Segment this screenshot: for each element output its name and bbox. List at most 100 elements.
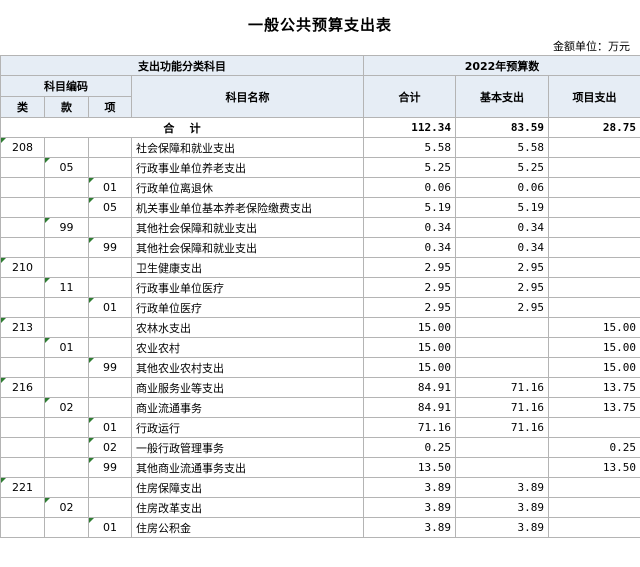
table-row: 99 其他社会保障和就业支出 0.34 0.34 [0, 217, 640, 238]
code-xiang-cell [88, 137, 132, 158]
table-row: 01 住房公积金 3.89 3.89 [0, 517, 640, 538]
item-name-cell: 住房保障支出 [131, 477, 364, 498]
project-cell [548, 197, 640, 218]
item-name-cell: 商业流通事务 [131, 397, 364, 418]
project-cell: 15.00 [548, 357, 640, 378]
header-project: 项目支出 [548, 75, 640, 118]
code-kuan-cell [44, 417, 89, 438]
item-name-cell: 行政单位医疗 [131, 297, 364, 318]
code-lei-cell [0, 177, 45, 198]
item-name-cell: 其他社会保障和就业支出 [131, 237, 364, 258]
total-cell: 84.91 [363, 397, 456, 418]
project-cell [548, 277, 640, 298]
code-kuan-cell [44, 457, 89, 478]
code-lei-cell [0, 197, 45, 218]
item-name-cell: 其他农业农村支出 [131, 357, 364, 378]
code-xiang-cell [88, 217, 132, 238]
table-row: 208 社会保障和就业支出 5.58 5.58 [0, 137, 640, 158]
code-kuan-cell: 05 [44, 157, 89, 178]
basic-cell: 2.95 [455, 277, 549, 298]
total-cell: 0.34 [363, 237, 456, 258]
table-row: 210 卫生健康支出 2.95 2.95 [0, 257, 640, 278]
code-kuan-cell [44, 357, 89, 378]
code-kuan-cell [44, 437, 89, 458]
code-xiang-cell: 01 [88, 417, 132, 438]
item-name-cell: 社会保障和就业支出 [131, 137, 364, 158]
item-name-cell: 一般行政管理事务 [131, 437, 364, 458]
total-cell: 5.19 [363, 197, 456, 218]
code-kuan-cell [44, 517, 89, 538]
code-xiang-cell: 99 [88, 457, 132, 478]
basic-cell: 5.19 [455, 197, 549, 218]
code-kuan-cell [44, 317, 89, 338]
project-cell: 13.75 [548, 377, 640, 398]
table-row: 02 商业流通事务 84.91 71.16 13.75 [0, 397, 640, 418]
project-cell: 13.75 [548, 397, 640, 418]
code-lei-cell [0, 237, 45, 258]
project-cell [548, 237, 640, 258]
basic-cell: 3.89 [455, 497, 549, 518]
code-xiang-cell [88, 377, 132, 398]
code-xiang-cell: 02 [88, 437, 132, 458]
total-cell: 0.25 [363, 437, 456, 458]
table-row: 221 住房保障支出 3.89 3.89 [0, 477, 640, 498]
basic-cell [455, 337, 549, 358]
total-cell: 15.00 [363, 357, 456, 378]
code-kuan-cell [44, 257, 89, 278]
item-name-cell: 行政单位离退休 [131, 177, 364, 198]
total-cell: 2.95 [363, 277, 456, 298]
code-xiang-cell [88, 157, 132, 178]
total-cell: 0.34 [363, 217, 456, 238]
total-row: 合 计 112.34 83.59 28.75 [0, 117, 640, 138]
code-xiang-cell [88, 477, 132, 498]
table-row: 216 商业服务业等支出 84.91 71.16 13.75 [0, 377, 640, 398]
total-cell: 3.89 [363, 517, 456, 538]
header-kuan: 款 [44, 96, 89, 118]
basic-cell: 2.95 [455, 257, 549, 278]
code-xiang-cell: 01 [88, 177, 132, 198]
total-basic: 83.59 [455, 117, 549, 138]
project-cell [548, 177, 640, 198]
code-lei-cell [0, 297, 45, 318]
total-project: 28.75 [548, 117, 640, 138]
table-row: 11 行政事业单位医疗 2.95 2.95 [0, 277, 640, 298]
code-xiang-cell [88, 277, 132, 298]
code-xiang-cell: 01 [88, 297, 132, 318]
code-lei-cell [0, 517, 45, 538]
header-name: 科目名称 [131, 75, 364, 118]
code-kuan-cell [44, 297, 89, 318]
header-code: 科目编码 [0, 75, 132, 97]
total-cell: 3.89 [363, 497, 456, 518]
header-total: 合计 [363, 75, 456, 118]
code-lei-cell: 213 [0, 317, 45, 338]
code-kuan-cell: 01 [44, 337, 89, 358]
code-xiang-cell: 01 [88, 517, 132, 538]
project-cell: 0.25 [548, 437, 640, 458]
total-cell: 3.89 [363, 477, 456, 498]
item-name-cell: 其他商业流通事务支出 [131, 457, 364, 478]
table-row: 01 行政单位医疗 2.95 2.95 [0, 297, 640, 318]
code-lei-cell [0, 497, 45, 518]
code-lei-cell: 216 [0, 377, 45, 398]
basic-cell [455, 317, 549, 338]
project-cell [548, 517, 640, 538]
basic-cell: 3.89 [455, 517, 549, 538]
code-lei-cell [0, 157, 45, 178]
code-lei-cell [0, 337, 45, 358]
table-row: 213 农林水支出 15.00 15.00 [0, 317, 640, 338]
code-xiang-cell: 99 [88, 237, 132, 258]
item-name-cell: 其他社会保障和就业支出 [131, 217, 364, 238]
code-kuan-cell: 11 [44, 277, 89, 298]
code-lei-cell [0, 217, 45, 238]
table-row: 99 其他社会保障和就业支出 0.34 0.34 [0, 237, 640, 258]
item-name-cell: 商业服务业等支出 [131, 377, 364, 398]
code-kuan-cell [44, 237, 89, 258]
basic-cell [455, 357, 549, 378]
basic-cell: 0.06 [455, 177, 549, 198]
total-cell: 5.25 [363, 157, 456, 178]
code-lei-cell [0, 437, 45, 458]
header-basic: 基本支出 [455, 75, 549, 118]
budget-table: 支出功能分类科目 2022年预算数 科目编码 科目名称 合计 基本支出 项目支出… [0, 55, 640, 538]
code-lei-cell: 208 [0, 137, 45, 158]
item-name-cell: 卫生健康支出 [131, 257, 364, 278]
